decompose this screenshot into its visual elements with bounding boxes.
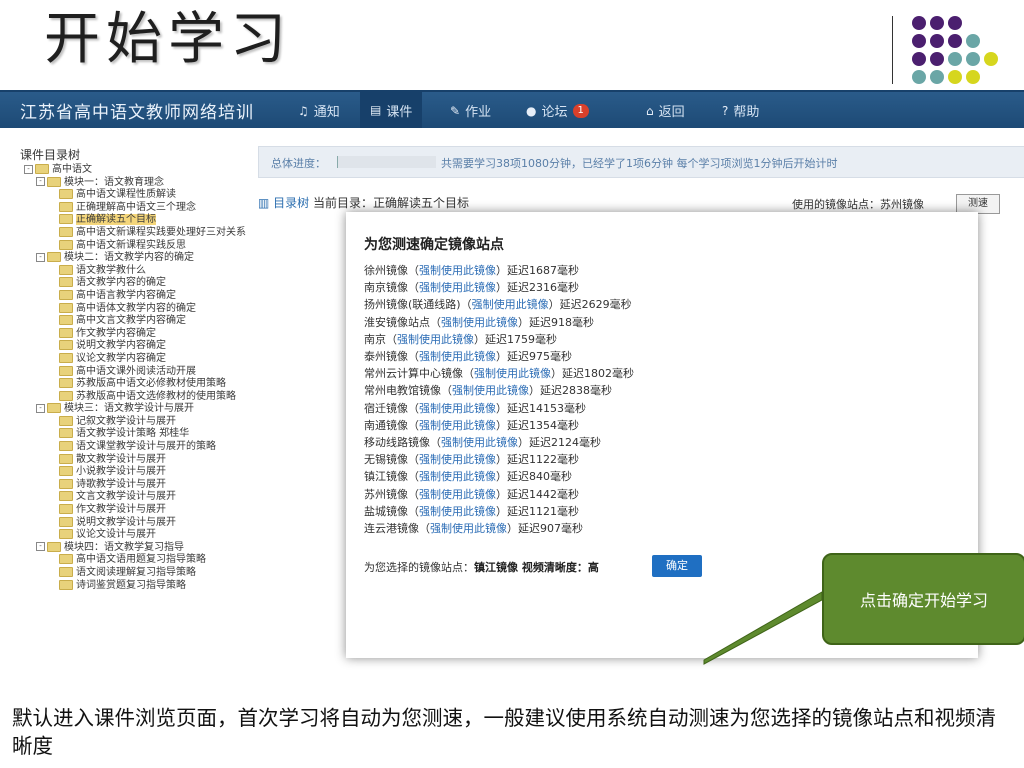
callout-pointer	[703, 591, 823, 665]
callout-box: 点击确定开始学习	[822, 553, 1024, 645]
slide-caption: 默认进入课件浏览页面，首次学习将自动为您测速，一般建议使用系统自动测速为您选择的…	[12, 706, 996, 758]
